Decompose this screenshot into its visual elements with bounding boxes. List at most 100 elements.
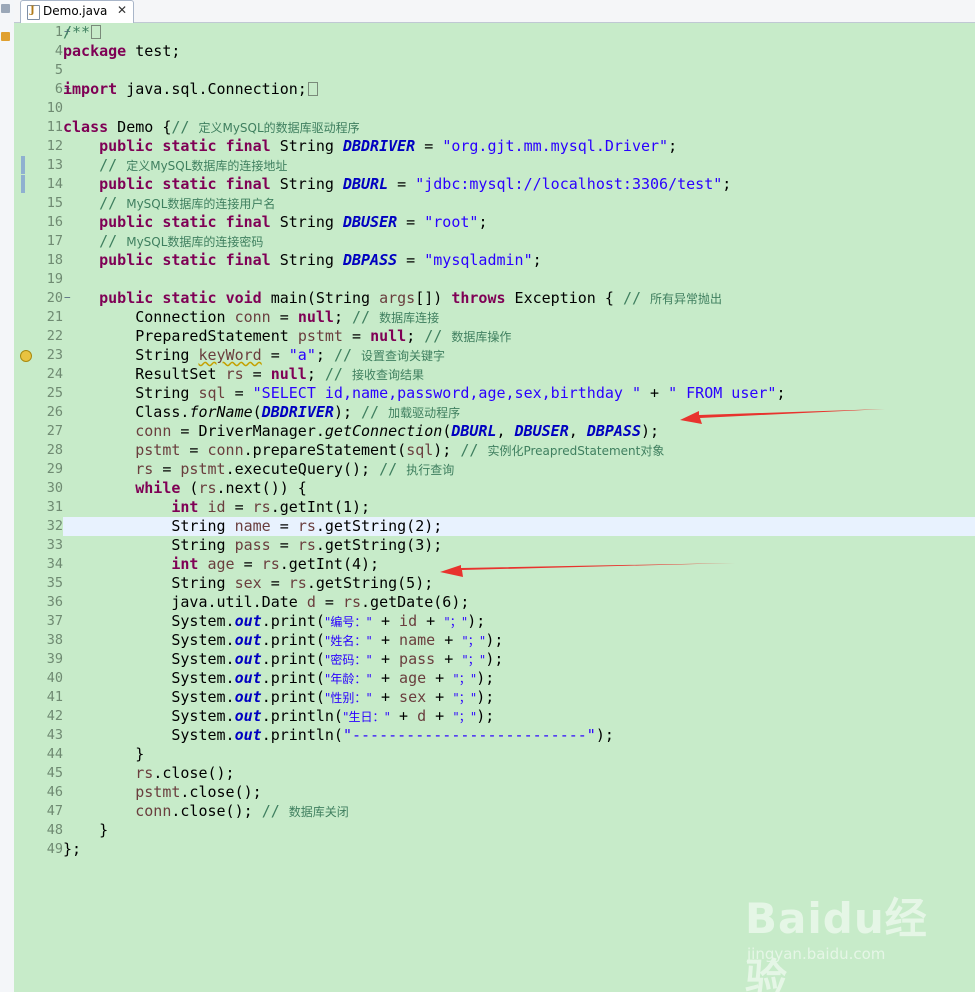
line-number: 32 (46, 518, 63, 534)
code-line-16: public static final String DBUSER = "roo… (99, 213, 488, 231)
line-number: 33 (46, 537, 63, 553)
line-numbers: 1 4 5 6 10 11 12 13 14 15 16 17 18 19 20 21 22 23 24 25 26 27… (33, 23, 71, 992)
code-line-41: System.out.print("性别：" + sex + "；"); (171, 688, 495, 706)
line-number: 16 (46, 214, 63, 230)
line-number: 41 (46, 689, 63, 705)
code-line-21: Connection conn = null; // 数据库连接 (135, 308, 440, 326)
code-line-14: public static final String DBURL = "jdbc… (99, 175, 732, 193)
line-number: 49 (46, 841, 63, 857)
change-marker (21, 175, 25, 193)
folded-block-icon[interactable] (307, 82, 318, 96)
code-line-31: int id = rs.getInt(1); (171, 498, 371, 516)
line-number: 31 (46, 499, 63, 515)
code-line-4: package test; (63, 42, 181, 60)
line-number: 25 (46, 385, 63, 401)
close-icon[interactable]: ✕ (117, 3, 127, 17)
line-number: 6 (54, 81, 63, 97)
line-number: 4 (54, 43, 63, 59)
line-number: 40 (46, 670, 63, 686)
tab-label: Demo.java (43, 4, 108, 18)
code-line-48: } (99, 821, 109, 839)
line-number: 47 (46, 803, 63, 819)
code-line-23: String keyWord = "a"; // 设置查询关键字 (135, 346, 446, 364)
line-number: 35 (46, 575, 63, 591)
line-number: 12 (46, 138, 63, 154)
line-number: 42 (46, 708, 63, 724)
editor-gutter (14, 23, 33, 992)
line-number: 27 (46, 423, 63, 439)
outline-icon[interactable] (1, 32, 10, 41)
line-number: 28 (46, 442, 63, 458)
line-number: 23 (46, 347, 63, 363)
line-number: 5 (54, 62, 63, 78)
line-number: 14 (46, 176, 63, 192)
code-line-36: java.util.Date d = rs.getDate(6); (171, 593, 470, 611)
code-line-17: // MySQL数据库的连接密码 (99, 232, 264, 250)
code-line-30: while (rs.next()) { (135, 479, 307, 497)
line-number: 13 (46, 157, 63, 173)
line-number: 11 (46, 119, 63, 135)
code-editor[interactable]: 1 4 5 6 10 11 12 13 14 15 16 17 18 19 20 21 22 23 24 25 26 27… (14, 23, 975, 992)
line-number: 30 (46, 480, 63, 496)
code-line-27: conn = DriverManager.getConnection(DBURL… (135, 422, 660, 440)
code-line-46: pstmt.close(); (135, 783, 262, 801)
line-number: 18 (46, 252, 63, 268)
code-line-33: String pass = rs.getString(3); (63, 536, 443, 554)
code-line-1: /** (63, 23, 102, 42)
java-file-icon: J (27, 5, 40, 20)
line-number: 10 (46, 100, 63, 116)
left-toolbar-strip (0, 0, 15, 992)
code-line-32: String name = rs.getString(2); (63, 517, 443, 535)
line-number: 26 (46, 404, 63, 420)
line-number: 43 (46, 727, 63, 743)
code-line-26: Class.forName(DBDRIVER); // 加载驱动程序 (135, 403, 461, 421)
code-area[interactable]: /** package test; import java.sql.Connec… (63, 23, 975, 992)
code-line-37: System.out.print("编号：" + id + "；"); (171, 612, 486, 630)
change-marker (21, 156, 25, 174)
code-line-6: import java.sql.Connection; (63, 80, 318, 99)
line-number: 46 (46, 784, 63, 800)
code-line-49: }; (63, 840, 82, 858)
code-line-22: PreparedStatement pstmt = null; // 数据库操作 (135, 327, 512, 345)
package-icon[interactable] (1, 4, 10, 13)
code-line-20: public static void main(String args[]) t… (99, 289, 723, 307)
line-number: 36 (46, 594, 63, 610)
tab-demo-java[interactable]: J Demo.java ✕ (20, 0, 134, 23)
folded-block-icon[interactable] (91, 25, 102, 39)
line-number: 17 (46, 233, 63, 249)
code-line-24: ResultSet rs = null; // 接收查询结果 (135, 365, 425, 383)
code-line-11: class Demo {// 定义MySQL的数据库驱动程序 (63, 118, 360, 136)
line-number: 21 (46, 309, 63, 325)
line-number: 15 (46, 195, 63, 211)
code-line-29: rs = pstmt.executeQuery(); // 执行查询 (135, 460, 455, 478)
line-number: 38 (46, 632, 63, 648)
code-line-40: System.out.print("年龄：" + age + "；"); (171, 669, 495, 687)
code-line-45: rs.close(); (135, 764, 235, 782)
code-line-44: } (135, 745, 145, 763)
warning-icon[interactable] (20, 350, 32, 362)
code-line-12: public static final String DBDRIVER = "o… (99, 137, 678, 155)
code-line-43: System.out.println("--------------------… (171, 726, 614, 744)
line-number: 44 (46, 746, 63, 762)
code-line-28: pstmt = conn.prepareStatement(sql); // 实… (135, 441, 665, 459)
code-line-47: conn.close(); // 数据库关闭 (135, 802, 349, 820)
line-number: 45 (46, 765, 63, 781)
line-number: 19 (46, 271, 63, 287)
code-line-13: // 定义MySQL数据库的连接地址 (99, 156, 288, 174)
line-number: 34 (46, 556, 63, 572)
line-number: 1 (54, 24, 63, 40)
line-number: 37 (46, 613, 63, 629)
editor-tab-bar: J Demo.java ✕ (14, 0, 975, 23)
line-number: 29 (46, 461, 63, 477)
baidu-jingyan-watermark: Baidu经验 jingyan.baidu.com (745, 885, 965, 1004)
line-number: 20 (46, 290, 63, 306)
code-line-25: String sql = "SELECT id,name,password,ag… (135, 384, 786, 402)
code-line-15: // MySQL数据库的连接用户名 (99, 194, 276, 212)
watermark-url: jingyan.baidu.com (747, 945, 886, 963)
line-number: 48 (46, 822, 63, 838)
code-line-39: System.out.print("密码：" + pass + "；"); (171, 650, 504, 668)
line-number: 39 (46, 651, 63, 667)
code-line-35: String sex = rs.getString(5); (63, 574, 434, 592)
line-number: 22 (46, 328, 63, 344)
line-number: 24 (46, 366, 63, 382)
